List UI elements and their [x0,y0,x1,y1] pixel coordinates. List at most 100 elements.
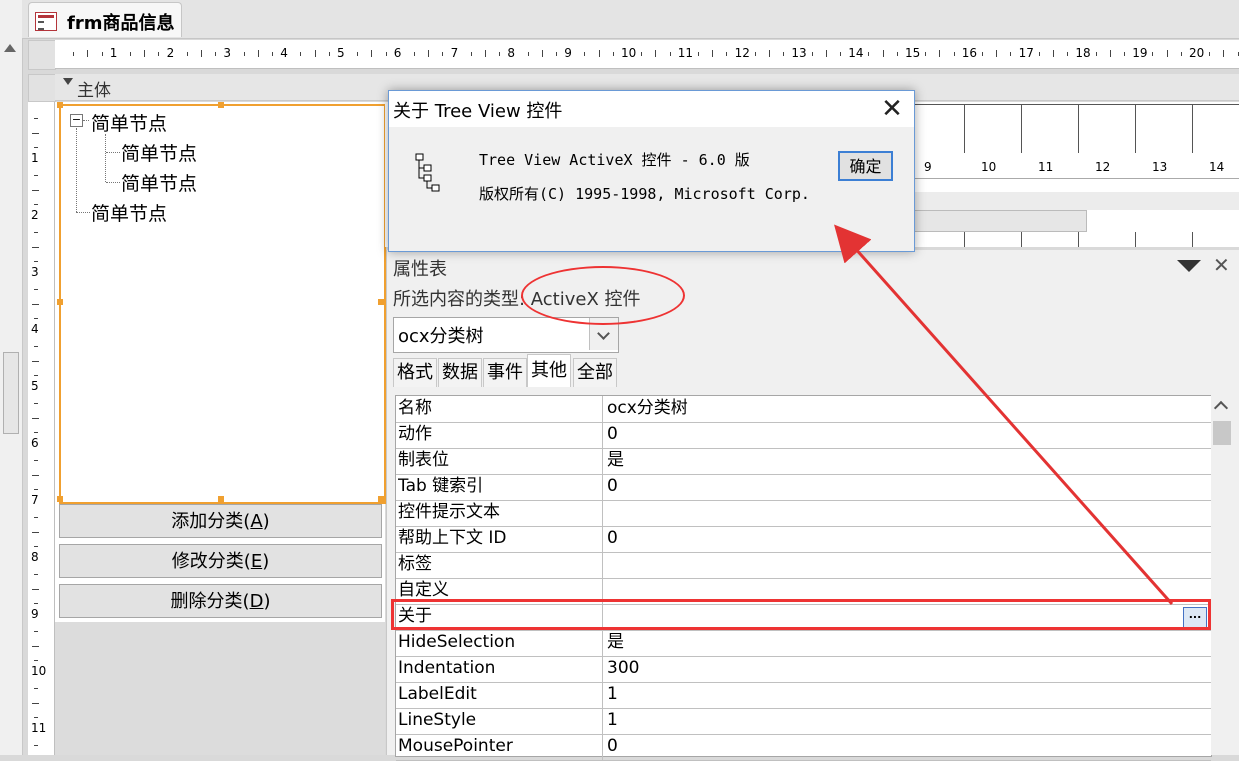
property-row[interactable]: LabelEdit 1 [396,682,1211,709]
tree-expander-icon[interactable]: − [70,114,83,127]
property-value[interactable] [602,500,1212,526]
ruler-number: 18 [1075,46,1091,60]
property-row[interactable]: HideSelection 是 [396,630,1211,657]
tree-node[interactable]: 简单节点 [91,199,167,226]
tree-node[interactable]: 简单节点 [121,139,197,166]
ruler-tick [34,203,38,205]
ruler-tick [158,52,160,56]
tree-line [106,182,120,183]
ruler-number: 9 [31,607,39,621]
background-scrollbar [912,210,1087,232]
property-row[interactable]: 制表位 是 [396,448,1211,475]
ruler-tick [1053,50,1054,57]
section-collapse-icon [63,78,73,85]
property-row[interactable]: 名称 ocx分类树 [396,396,1211,423]
navigation-pane-handle[interactable] [3,352,19,434]
pane-menu-icon[interactable] [1177,260,1201,272]
ruler-number: 9 [564,46,572,60]
close-icon[interactable]: ✕ [1213,253,1230,277]
ruler-number: 17 [1018,46,1034,60]
property-row[interactable]: 控件提示文本 [396,500,1211,527]
property-value[interactable]: 是 [602,448,1212,474]
ok-button[interactable]: 确定 [838,151,893,181]
ruler-tick [32,702,39,704]
background-ruler: 9 10 11 12 13 14 [912,156,1239,179]
navigation-pane-strip[interactable] [0,0,23,755]
property-value[interactable] [602,552,1212,578]
scroll-up-arrow-icon[interactable] [4,44,16,52]
modify-category-button[interactable]: 修改分类(E) [59,544,382,578]
tab-all[interactable]: 全部 [573,358,617,387]
ruler-number: 13 [1152,160,1168,174]
resize-handle[interactable] [218,496,224,502]
ruler-tick [34,289,38,291]
ruler-tick [868,52,870,56]
property-value[interactable]: 0 [602,734,1212,760]
button-label-end: ) [263,591,271,612]
property-row[interactable]: Tab 键索引 0 [396,474,1211,501]
property-row[interactable]: Indentation 300 [396,656,1211,683]
property-sheet: 属性表 ✕ 所选内容的类型: ActiveX 控件 ocx分类树 格式 数据 事… [386,250,1239,761]
ruler-tick [499,52,501,56]
property-row[interactable]: 标签 [396,552,1211,579]
section-selector[interactable] [28,74,56,102]
property-name: 名称 [398,398,432,418]
resize-handle[interactable] [218,102,224,108]
property-value[interactable]: 1 [602,708,1212,734]
horizontal-ruler[interactable]: 1 2 3 4 5 6 7 8 9 10 11 12 13 14 15 16 17 18 19 20 [55,40,1239,69]
ruler-number: 5 [337,46,345,60]
resize-handle[interactable] [57,102,63,108]
vertical-scrollbar[interactable] [1211,395,1233,755]
property-value[interactable]: 0 [602,526,1212,552]
ruler-tick [328,52,330,56]
ruler-tick [385,52,387,56]
button-label: 添加分类( [171,511,251,532]
grid-line [1021,232,1022,247]
ruler-tick [34,488,38,490]
resize-handle[interactable] [378,496,384,502]
property-row[interactable]: MousePointer 0 [396,734,1211,761]
ruler-tick [314,50,316,57]
ruler-number: 16 [961,46,978,60]
property-value[interactable]: ocx分类树 [602,396,1212,422]
ruler-tick [1223,50,1225,57]
ruler-number: 3 [31,265,39,279]
close-icon[interactable]: ✕ [871,91,913,127]
tree-node[interactable]: 简单节点 [91,109,167,136]
ruler-tick [925,52,927,56]
ruler-tick [130,52,131,56]
property-value[interactable]: 是 [602,630,1212,656]
ruler-tick [32,588,39,590]
button-label: 修改分类( [171,551,251,572]
property-value[interactable]: 0 [602,422,1212,448]
form-selector[interactable] [28,40,56,70]
scroll-up-icon[interactable] [1213,400,1229,416]
resize-handle[interactable] [57,496,63,502]
property-value[interactable]: 1 [602,682,1212,708]
dialog-titlebar[interactable]: 关于 Tree View 控件 ✕ [389,91,914,127]
tree-node[interactable]: 简单节点 [121,169,197,196]
property-row[interactable]: LineStyle 1 [396,708,1211,735]
tab-format[interactable]: 格式 [393,358,437,387]
add-category-button[interactable]: 添加分类(A) [59,504,382,538]
tab-data[interactable]: 数据 [438,358,482,387]
grid-line [964,232,965,247]
treeview-control[interactable]: − 简单节点 简单节点 简单节点 简单节点 [57,102,386,504]
ruler-tick [201,50,202,57]
tab-event[interactable]: 事件 [483,358,527,387]
scroll-thumb[interactable] [1213,421,1231,445]
ruler-tick [982,52,983,56]
ruler-number: 19 [1132,46,1148,60]
property-row[interactable]: 帮助上下文 ID 0 [396,526,1211,553]
ruler-tick [34,517,38,519]
document-tab[interactable]: frm商品信息 [28,2,182,37]
property-row[interactable]: 动作 0 [396,422,1211,449]
tab-other[interactable]: 其他 [527,354,571,387]
resize-handle[interactable] [378,299,384,305]
vertical-ruler[interactable]: 1 2 3 4 5 6 7 8 9 10 11 [28,102,55,755]
resize-handle[interactable] [57,299,63,305]
delete-category-button[interactable]: 删除分类(D) [59,584,382,618]
property-value[interactable]: 0 [602,474,1212,500]
ruler-number: 7 [31,493,39,507]
property-value[interactable]: 300 [602,656,1212,682]
